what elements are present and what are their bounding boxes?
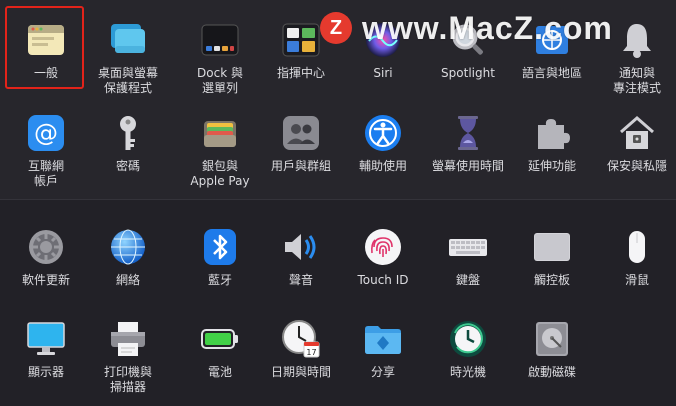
pane-label: 顯示器	[27, 365, 64, 379]
puzzle-icon	[532, 113, 572, 153]
pane-label: 鍵盤	[455, 273, 480, 287]
pane-mouse[interactable]: 滑鼠	[596, 227, 676, 288]
pane-label: 日期與時間	[270, 365, 331, 379]
pane-battery[interactable]: 電池	[179, 319, 261, 380]
pane-network[interactable]: 網絡	[87, 227, 169, 288]
battery-icon	[200, 319, 240, 359]
pane-label: 延伸功能	[527, 159, 576, 173]
pane-label: 指揮中心	[276, 66, 325, 80]
key-icon	[108, 113, 148, 153]
pane-timemachine[interactable]: 時光機	[427, 319, 509, 380]
pane-label: 輔助使用	[358, 159, 407, 173]
pane-label: 網絡	[115, 273, 140, 287]
pane-passwords[interactable]: 密碼	[87, 113, 169, 174]
pane-sound[interactable]: 聲音	[260, 227, 342, 288]
wallet-icon	[200, 113, 240, 153]
pane-label: 啟動磁碟	[527, 365, 576, 379]
pane-trackpad[interactable]: 觸控板	[511, 227, 593, 288]
mouse-icon	[617, 227, 657, 267]
pane-datetime[interactable]: 17 日期與時間	[260, 319, 342, 380]
selection-highlight	[5, 6, 84, 89]
accessibility-icon	[363, 113, 403, 153]
pane-security[interactable]: 保安與私隱	[596, 113, 676, 174]
hourglass-icon	[448, 113, 488, 153]
pane-label: 打印機與 掃描器	[103, 365, 152, 394]
pane-dock[interactable]: Dock 與 選單列	[179, 20, 261, 96]
pane-label: 保安與私隱	[606, 159, 667, 173]
pane-label: 滑鼠	[624, 273, 649, 287]
pane-label: Dock 與 選單列	[197, 66, 243, 95]
watermark-badge: Z	[320, 12, 352, 44]
pane-label: 軟件更新	[21, 273, 70, 287]
gear-icon	[26, 227, 66, 267]
time-machine-icon	[448, 319, 488, 359]
pane-extensions[interactable]: 延伸功能	[511, 113, 593, 174]
users-icon	[281, 113, 321, 153]
display-icon	[26, 319, 66, 359]
desktop-icon	[108, 20, 148, 60]
calendar-day: 17	[306, 348, 316, 357]
notifications-icon	[617, 20, 657, 60]
pane-label: Spotlight	[441, 66, 495, 80]
folder-share-icon	[363, 319, 403, 359]
section-divider	[0, 199, 676, 200]
pane-label: 互聯網 帳戶	[27, 159, 64, 188]
pane-desktop[interactable]: 桌面與螢幕 保護程式	[87, 20, 169, 96]
pane-wallet[interactable]: 銀包與 Apple Pay	[179, 113, 261, 189]
pane-screentime[interactable]: 螢幕使用時間	[427, 113, 509, 174]
pane-label: 電池	[207, 365, 232, 379]
pane-label: 螢幕使用時間	[431, 159, 504, 173]
pane-keyboard[interactable]: 鍵盤	[427, 227, 509, 288]
pane-accessibility[interactable]: 輔助使用	[342, 113, 424, 174]
pane-bluetooth[interactable]: 藍牙	[179, 227, 261, 288]
pane-label: 時光機	[449, 365, 486, 379]
pane-label: 分享	[370, 365, 395, 379]
svg-text:@: @	[34, 119, 58, 147]
pane-label: 聲音	[288, 273, 313, 287]
pane-label: 用戶與群組	[270, 159, 331, 173]
speaker-icon	[281, 227, 321, 267]
pane-label: 密碼	[115, 159, 140, 173]
fingerprint-icon	[363, 227, 403, 267]
pane-internet[interactable]: @ 互聯網 帳戶	[5, 113, 87, 189]
pane-printers[interactable]: 打印機與 掃描器	[87, 319, 169, 395]
pane-label: 通知與 專注模式	[612, 66, 661, 95]
dock-icon	[200, 20, 240, 60]
watermark-text: www.MacZ.com	[362, 9, 613, 46]
pane-displays[interactable]: 顯示器	[5, 319, 87, 380]
watermark: Z www.MacZ.com	[320, 6, 613, 50]
pane-software[interactable]: 軟件更新	[5, 227, 87, 288]
house-lock-icon	[617, 113, 657, 153]
pane-label: Touch ID	[357, 273, 409, 287]
keyboard-icon	[448, 227, 488, 267]
pane-label: 語言與地區	[521, 66, 582, 80]
at-icon: @	[26, 113, 66, 153]
pane-label: 藍牙	[207, 273, 232, 287]
bluetooth-icon	[200, 227, 240, 267]
mission-control-icon	[281, 20, 321, 60]
pane-sharing[interactable]: 分享	[342, 319, 424, 380]
pane-users[interactable]: 用戶與群組	[260, 113, 342, 174]
pane-label: 銀包與 Apple Pay	[190, 159, 250, 188]
trackpad-icon	[532, 227, 572, 267]
globe-icon	[108, 227, 148, 267]
pane-label: Siri	[373, 66, 393, 80]
pane-label: 桌面與螢幕 保護程式	[97, 66, 158, 95]
pane-startup[interactable]: 啟動磁碟	[511, 319, 593, 380]
pane-label: 觸控板	[533, 273, 570, 287]
pane-touchid[interactable]: Touch ID	[342, 227, 424, 288]
clock-icon: 17	[281, 319, 321, 359]
disk-icon	[532, 319, 572, 359]
printer-icon	[108, 319, 148, 359]
